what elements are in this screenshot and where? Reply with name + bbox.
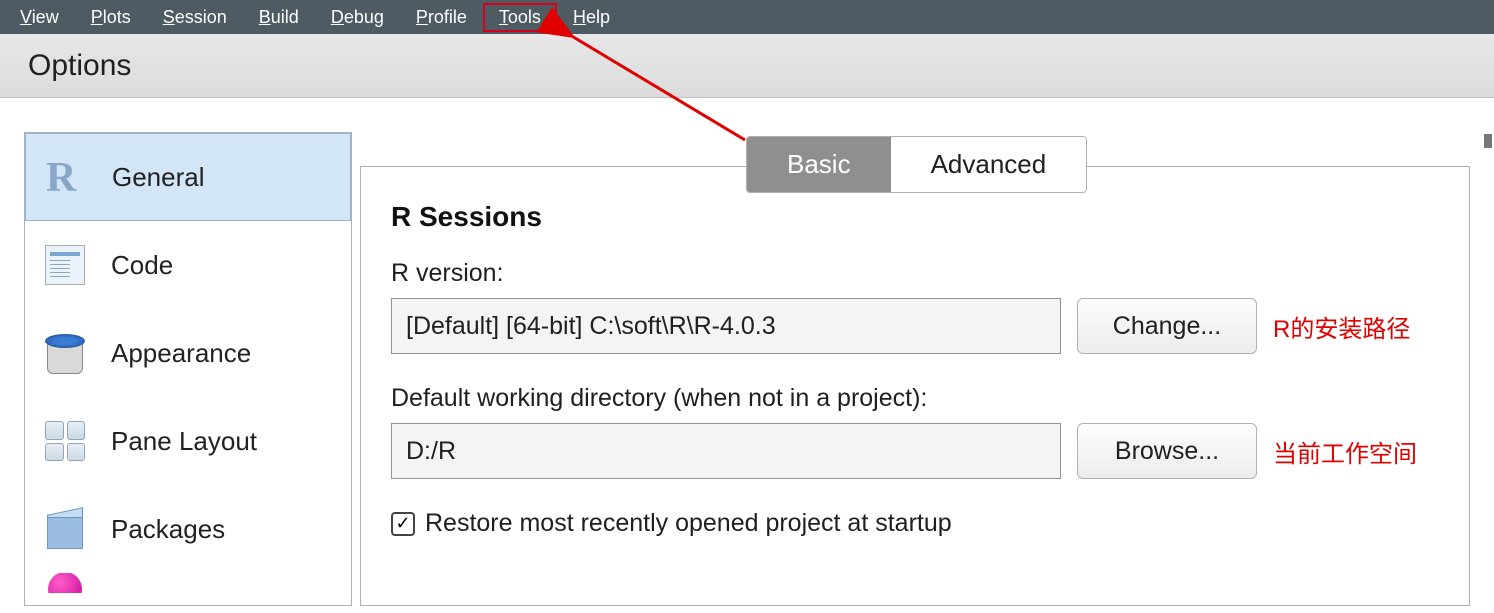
sidebar-item-partial[interactable] <box>25 573 351 613</box>
scrollbar-thumb[interactable] <box>1484 134 1492 148</box>
restore-project-checkbox-row[interactable]: ✓ Restore most recently opened project a… <box>391 509 1439 538</box>
restore-project-label: Restore most recently opened project at … <box>425 509 952 538</box>
options-content: Basic Advanced R Sessions R version: [De… <box>360 132 1494 606</box>
section-heading-r-sessions: R Sessions <box>391 201 1439 233</box>
menu-tools[interactable]: Tools <box>483 3 557 32</box>
r-version-label: R version: <box>391 259 1439 288</box>
checkbox-icon[interactable]: ✓ <box>391 512 415 536</box>
menu-view[interactable]: View <box>4 3 75 32</box>
options-sidebar: R General Code Appearance Pane Layout Pa… <box>24 132 352 606</box>
browse-working-dir-button[interactable]: Browse... <box>1077 423 1257 479</box>
sidebar-item-packages[interactable]: Packages <box>25 485 351 573</box>
menu-help[interactable]: Help <box>557 3 626 32</box>
code-icon <box>41 241 89 289</box>
paint-bucket-icon <box>41 329 89 377</box>
annotation-working-space: 当前工作空间 <box>1273 434 1417 469</box>
menu-plots[interactable]: Plots <box>75 3 147 32</box>
working-dir-value: D:/R <box>406 437 456 466</box>
sidebar-item-pane-layout[interactable]: Pane Layout <box>25 397 351 485</box>
dot-icon <box>41 573 89 593</box>
sidebar-item-label: General <box>112 162 205 193</box>
sidebar-item-label: Appearance <box>111 338 251 369</box>
package-box-icon <box>41 505 89 553</box>
pane-grid-icon <box>41 417 89 465</box>
dialog-title: Options <box>0 34 1494 98</box>
menu-profile[interactable]: Profile <box>400 3 483 32</box>
annotation-r-install-path: R的安装路径 <box>1273 309 1410 344</box>
sidebar-item-label: Pane Layout <box>111 426 257 457</box>
r-version-field[interactable]: [Default] [64-bit] C:\soft\R\R-4.0.3 <box>391 298 1061 354</box>
menu-build[interactable]: Build <box>243 3 315 32</box>
sidebar-item-label: Code <box>111 250 173 281</box>
sidebar-item-appearance[interactable]: Appearance <box>25 309 351 397</box>
sidebar-item-general[interactable]: R General <box>25 133 351 221</box>
change-r-version-button[interactable]: Change... <box>1077 298 1257 354</box>
tab-basic[interactable]: Basic <box>747 137 891 192</box>
menu-debug[interactable]: Debug <box>315 3 400 32</box>
options-tabs: Basic Advanced <box>746 136 1087 193</box>
working-dir-field[interactable]: D:/R <box>391 423 1061 479</box>
sidebar-item-code[interactable]: Code <box>25 221 351 309</box>
menu-session[interactable]: Session <box>147 3 243 32</box>
menu-bar: View Plots Session Build Debug Profile T… <box>0 0 1494 34</box>
options-panel: R Sessions R version: [Default] [64-bit]… <box>360 166 1470 606</box>
r-logo-icon: R <box>42 153 90 201</box>
r-version-value: [Default] [64-bit] C:\soft\R\R-4.0.3 <box>406 312 776 341</box>
tab-advanced[interactable]: Advanced <box>891 137 1087 192</box>
svg-text:R: R <box>46 155 77 199</box>
sidebar-item-label: Packages <box>111 514 225 545</box>
working-dir-label: Default working directory (when not in a… <box>391 384 1439 413</box>
